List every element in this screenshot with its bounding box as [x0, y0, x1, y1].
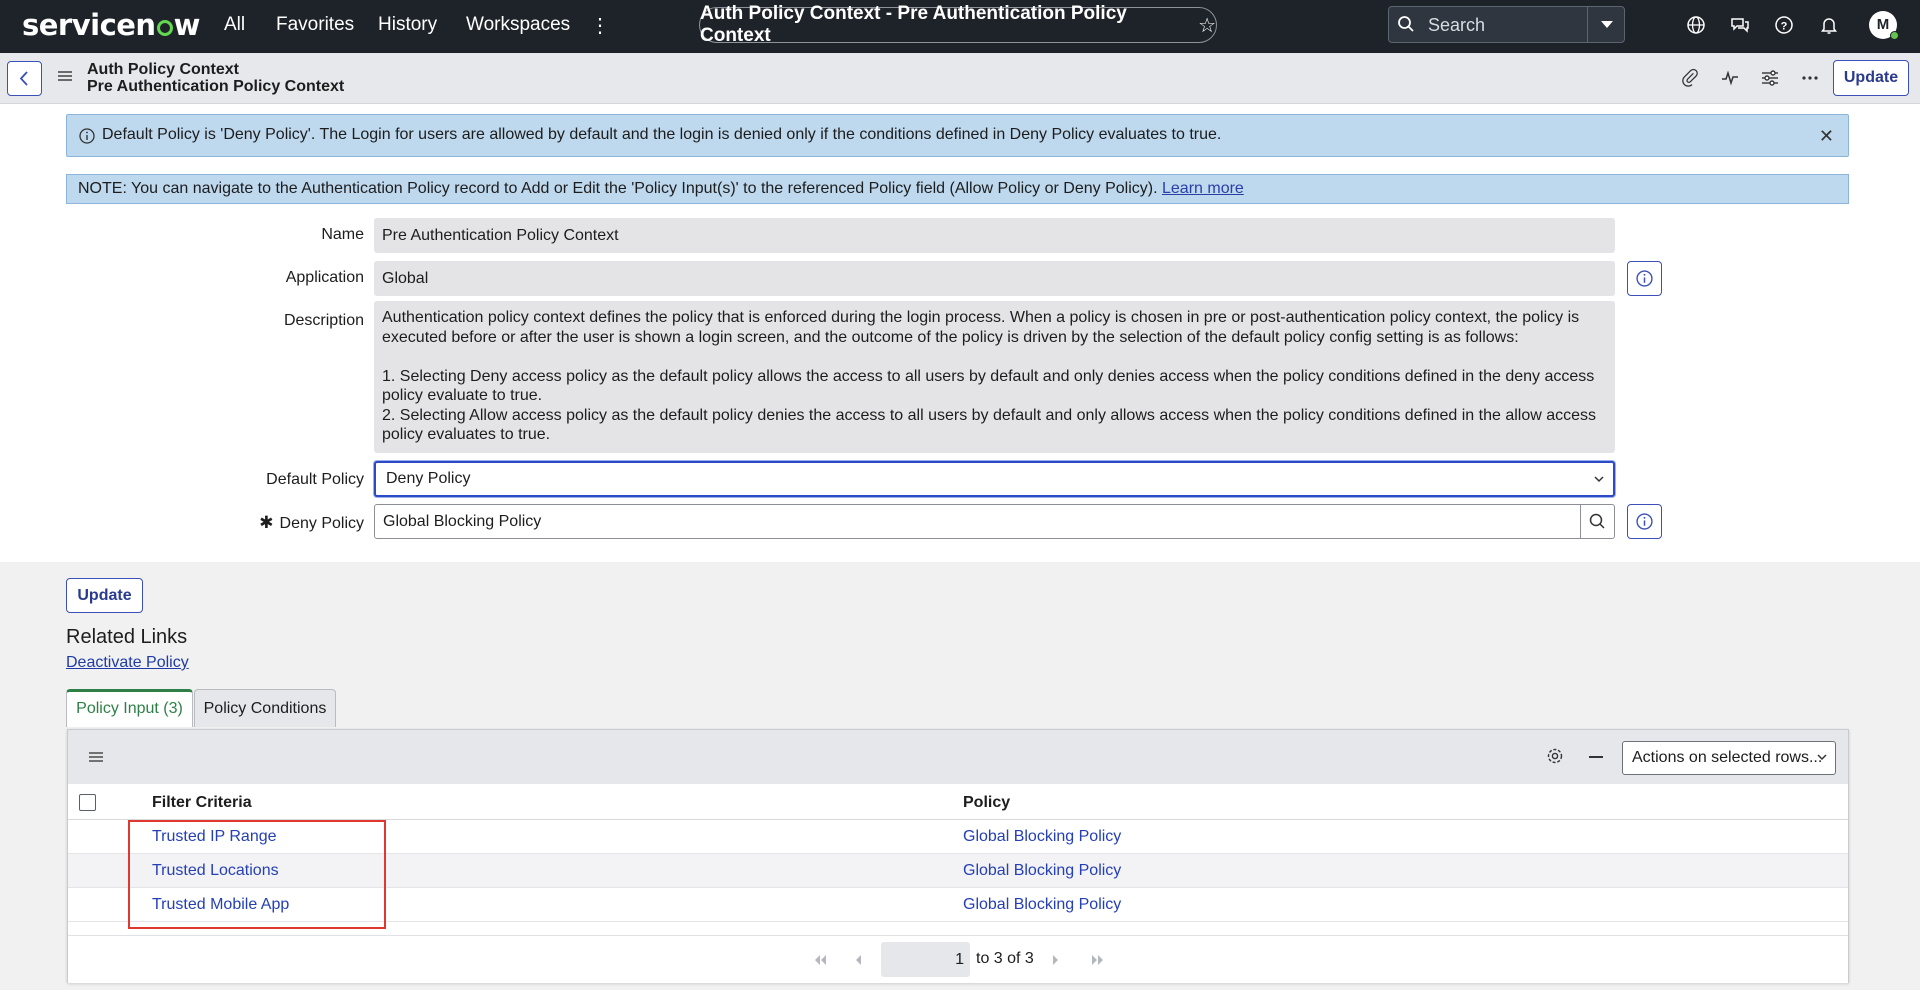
form-record-name: Pre Authentication Policy Context — [87, 78, 345, 95]
info-icon — [1636, 270, 1653, 287]
info-icon — [79, 128, 95, 144]
record-title: Auth Policy Context - Pre Authentication… — [700, 3, 1127, 46]
prev-page-icon[interactable] — [854, 955, 862, 965]
svg-text:?: ? — [1781, 21, 1788, 33]
minus-icon[interactable] — [1589, 756, 1603, 758]
star-icon[interactable]: ☆ — [1198, 13, 1216, 38]
presence-dot — [1890, 31, 1899, 40]
table-row: Trusted IP Range Global Blocking Policy — [68, 820, 1848, 854]
list-toolbar: Actions on selected rows... — [68, 730, 1848, 784]
deactivate-policy-link[interactable]: Deactivate Policy — [66, 654, 189, 672]
default-policy-select[interactable]: Deny Policy — [374, 461, 1615, 497]
chevron-down-icon — [1594, 476, 1604, 483]
nav-all[interactable]: All — [224, 14, 245, 36]
description-paragraph-2: 1. Selecting Deny access policy as the d… — [382, 367, 1595, 405]
info-banner-text: Default Policy is 'Deny Policy'. The Log… — [102, 126, 1222, 143]
more-icon[interactable] — [1799, 67, 1821, 89]
deny-policy-label-text: Deny Policy — [279, 515, 364, 532]
back-icon — [19, 71, 28, 86]
more-menu-icon[interactable]: ⋮ — [590, 13, 610, 38]
default-policy-label: Default Policy — [266, 471, 364, 488]
application-field: Global — [374, 261, 1615, 296]
learn-more-link[interactable]: Learn more — [1162, 180, 1244, 197]
table-row: Trusted Locations Global Blocking Policy — [68, 854, 1848, 888]
update-button-header[interactable]: Update — [1833, 60, 1909, 96]
deny-policy-info-button[interactable] — [1627, 504, 1662, 539]
form-table-name: Auth Policy Context — [87, 61, 240, 78]
close-icon[interactable]: ✕ — [1819, 126, 1834, 147]
sliders-icon[interactable] — [1759, 67, 1781, 89]
deny-policy-lookup-button[interactable] — [1580, 504, 1615, 539]
page-number-input[interactable]: 1 — [881, 942, 970, 977]
policy-link[interactable]: Global Blocking Policy — [963, 896, 1121, 914]
servicenow-logo[interactable]: servicen w — [22, 8, 200, 42]
search-icon — [1589, 513, 1605, 529]
form-body: Default Policy is 'Deny Policy'. The Log… — [0, 104, 1920, 562]
last-page-icon[interactable] — [1091, 955, 1105, 965]
filter-criteria-link[interactable]: Trusted Locations — [152, 862, 279, 880]
note-text: NOTE: You can navigate to the Authentica… — [78, 180, 1158, 197]
description-label: Description — [283, 312, 364, 329]
info-icon — [1636, 513, 1653, 530]
help-icon[interactable]: ? — [1773, 14, 1795, 36]
list-pagination: 1 to 3 of 3 — [68, 935, 1848, 983]
bell-icon[interactable] — [1818, 14, 1840, 36]
form-header: Auth Policy Context Pre Authentication P… — [0, 53, 1920, 104]
chat-icon[interactable] — [1729, 14, 1751, 36]
application-label: Application — [285, 269, 364, 286]
deny-policy-input[interactable]: Global Blocking Policy — [374, 504, 1581, 539]
search-placeholder: Search — [1428, 15, 1486, 35]
table-row: Trusted Mobile App Global Blocking Polic… — [68, 888, 1848, 922]
user-avatar[interactable]: M — [1869, 11, 1899, 40]
chevron-down-icon — [1817, 754, 1827, 761]
select-all-checkbox[interactable] — [79, 794, 96, 811]
list-menu-icon[interactable] — [89, 751, 103, 763]
column-header-filter-criteria[interactable]: Filter Criteria — [152, 794, 252, 812]
update-button[interactable]: Update — [66, 578, 143, 613]
activity-icon[interactable] — [1719, 67, 1741, 89]
default-policy-value: Deny Policy — [386, 470, 471, 487]
tab-policy-input[interactable]: Policy Input (3) — [66, 689, 193, 727]
record-title-pill[interactable]: Auth Policy Context - Pre Authentication… — [699, 3, 1217, 46]
nav-workspaces[interactable]: Workspaces — [466, 14, 570, 36]
policy-input-list: Actions on selected rows... Filter Crite… — [67, 729, 1849, 983]
list-header-row: Filter Criteria Policy — [68, 784, 1848, 820]
gear-icon[interactable] — [1545, 746, 1565, 766]
globe-icon[interactable] — [1685, 14, 1707, 36]
name-label: Name — [321, 226, 364, 243]
filter-criteria-link[interactable]: Trusted IP Range — [152, 828, 277, 846]
page-count-text: to 3 of 3 — [976, 950, 1034, 967]
description-field: Authentication policy context defines th… — [374, 301, 1615, 453]
next-page-icon[interactable] — [1052, 955, 1060, 965]
description-paragraph-1: Authentication policy context defines th… — [382, 309, 1580, 346]
search-icon — [1398, 16, 1414, 32]
actions-select-value: Actions on selected rows... — [1632, 749, 1823, 766]
tab-policy-conditions[interactable]: Policy Conditions — [194, 689, 336, 727]
description-paragraph-3: 2. Selecting Allow access policy as the … — [382, 406, 1597, 444]
related-links-title: Related Links — [66, 626, 188, 648]
nav-favorites[interactable]: Favorites — [276, 14, 354, 36]
first-page-icon[interactable] — [813, 955, 827, 965]
search-scope-dropdown[interactable] — [1587, 7, 1624, 42]
nav-history[interactable]: History — [378, 14, 437, 36]
policy-link[interactable]: Global Blocking Policy — [963, 828, 1121, 846]
column-header-policy[interactable]: Policy — [963, 794, 1010, 812]
menu-icon[interactable] — [58, 70, 72, 82]
application-info-button[interactable] — [1627, 261, 1662, 296]
note-banner: NOTE: You can navigate to the Authentica… — [66, 174, 1849, 204]
deny-policy-label: ✱ Deny Policy — [259, 513, 364, 533]
paperclip-icon[interactable] — [1679, 67, 1701, 89]
global-search[interactable]: Search — [1388, 6, 1625, 43]
filter-criteria-link[interactable]: Trusted Mobile App — [152, 896, 289, 914]
back-button[interactable] — [7, 61, 42, 96]
top-navigation-bar: servicen w All Favorites History Workspac… — [0, 0, 1920, 53]
actions-select[interactable]: Actions on selected rows... — [1622, 741, 1836, 775]
name-field: Pre Authentication Policy Context — [374, 218, 1615, 253]
note-banner-text: NOTE: You can navigate to the Authentica… — [78, 180, 1244, 198]
required-icon: ✱ — [259, 513, 274, 532]
info-banner: Default Policy is 'Deny Policy'. The Log… — [66, 114, 1849, 157]
avatar-initial: M — [1876, 16, 1890, 33]
policy-link[interactable]: Global Blocking Policy — [963, 862, 1121, 880]
